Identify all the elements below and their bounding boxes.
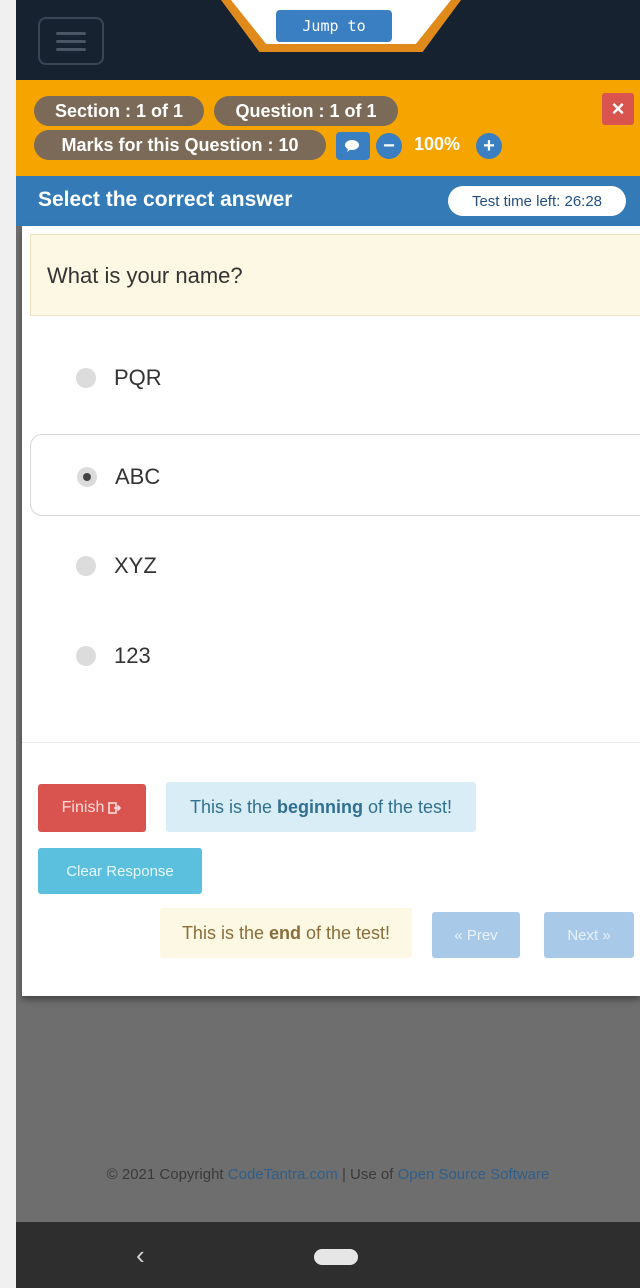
question-badge: Question : 1 of 1 (214, 96, 398, 126)
notice-text: of the test! (300, 922, 391, 943)
divider (22, 742, 640, 743)
exit-icon (108, 802, 122, 814)
footer: © 2021 Copyright CodeTantra.com | Use of… (16, 1166, 640, 1183)
radio-button-selected[interactable] (77, 467, 97, 487)
option-label: 123 (114, 643, 151, 668)
notice-bold: beginning (276, 796, 363, 817)
question-card: What is your name? PQR ABC XYZ 123 Finis… (22, 226, 640, 996)
notice-bold: end (268, 922, 301, 943)
home-pill-icon[interactable] (314, 1249, 358, 1265)
site-link[interactable]: CodeTantra.com (228, 1166, 338, 1183)
close-icon[interactable]: × (602, 93, 634, 125)
option-xyz[interactable]: XYZ (30, 524, 640, 606)
jump-to-button[interactable]: Jump to (276, 10, 392, 42)
menu-icon[interactable] (38, 17, 104, 65)
zoom-out-icon[interactable]: − (376, 133, 402, 159)
notice-text: This is the (181, 922, 269, 943)
option-label: XYZ (114, 553, 157, 578)
page: Jump to Section : 1 of 1 Question : 1 of… (16, 0, 640, 1288)
open-source-link[interactable]: Open Source Software (398, 1166, 550, 1183)
next-button[interactable]: Next » (544, 912, 634, 958)
android-nav-bar: ‹ (16, 1222, 640, 1288)
clear-response-button[interactable]: Clear Response (38, 848, 202, 894)
question-header: Section : 1 of 1 Question : 1 of 1 Marks… (16, 80, 640, 176)
footer-separator: | Use of (337, 1166, 398, 1183)
option-abc[interactable]: ABC (30, 434, 640, 516)
finish-label: Finish (61, 799, 105, 816)
test-timer: Test time left: 26:28 (448, 186, 626, 216)
section-badge: Section : 1 of 1 (34, 96, 204, 126)
notice-text: This is the (189, 796, 277, 817)
copyright-text: © 2021 Copyright (106, 1166, 228, 1183)
radio-button[interactable] (76, 646, 96, 666)
question-box: What is your name? (30, 234, 640, 316)
option-label: ABC (115, 464, 161, 489)
notice-text: of the test! (362, 796, 453, 817)
instruction-title: Select the correct answer (38, 188, 293, 211)
back-icon[interactable]: ‹ (136, 1240, 145, 1271)
finish-button[interactable]: Finish (38, 784, 146, 832)
option-label: PQR (114, 365, 162, 390)
zoom-in-icon[interactable]: + (476, 133, 502, 159)
instruction-bar: Select the correct answer Test time left… (16, 176, 640, 226)
beginning-notice: This is the beginning of the test! (166, 782, 476, 832)
zoom-level: 100% (414, 134, 461, 154)
end-notice: This is the end of the test! (160, 908, 412, 958)
option-123[interactable]: 123 (30, 614, 640, 696)
comment-icon[interactable] (336, 132, 370, 160)
radio-button[interactable] (76, 556, 96, 576)
option-pqr[interactable]: PQR (30, 336, 640, 418)
prev-button[interactable]: « Prev (432, 912, 520, 958)
top-navbar: Jump to (16, 0, 640, 80)
radio-button[interactable] (76, 368, 96, 388)
marks-badge: Marks for this Question : 10 (34, 130, 326, 160)
question-text: What is your name? (47, 263, 243, 288)
